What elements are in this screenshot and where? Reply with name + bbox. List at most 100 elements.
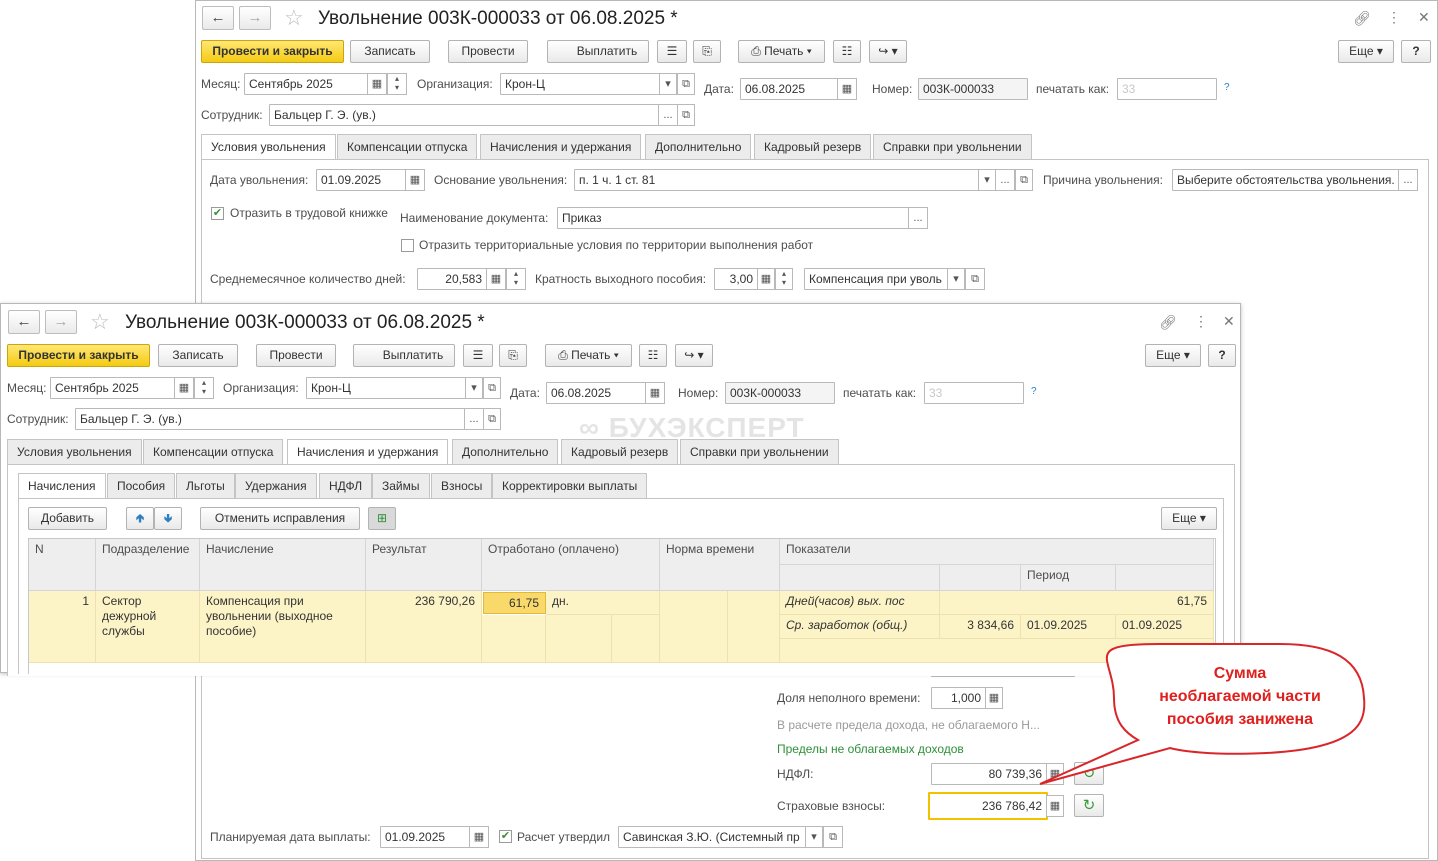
print-as-input[interactable]: 33 — [924, 382, 1024, 404]
col-header-n[interactable]: N — [29, 539, 96, 591]
link-icon[interactable]: 🔗︎ — [1353, 11, 1371, 25]
more-button[interactable]: Еще ▾ — [1145, 344, 1201, 367]
col-header-result[interactable]: Результат — [366, 539, 482, 591]
journal-icon[interactable]: ☰ — [657, 40, 687, 63]
subtab-accruals[interactable]: Начисления — [18, 473, 106, 499]
checkbox-checked-icon[interactable]: ✔ — [499, 830, 512, 843]
col-header-ind-value[interactable] — [940, 565, 1021, 591]
col-header-ind-name[interactable] — [780, 565, 940, 591]
add-button[interactable]: Добавить — [28, 507, 107, 530]
save-button[interactable]: Записать — [350, 40, 430, 63]
row-norm2[interactable] — [728, 591, 780, 663]
doc-name-input[interactable]: Приказ — [557, 207, 909, 229]
more-button[interactable]: Еще ▾ — [1338, 40, 1394, 63]
date-input[interactable]: 06.08.2025 — [546, 382, 646, 404]
row-department[interactable]: Сектор дежурной службы — [96, 591, 200, 663]
row-indicator2-period1[interactable]: 01.09.2025 — [1021, 615, 1116, 639]
date-input[interactable]: 06.08.2025 — [740, 78, 838, 100]
calculator-icon[interactable]: ▦ — [1046, 795, 1064, 817]
number-input[interactable]: 003К-000033 — [918, 78, 1028, 100]
reason-input[interactable]: Выберите обстоятельства увольнения. — [1172, 169, 1399, 191]
help-mark[interactable]: ? — [1224, 77, 1230, 99]
calendar-icon[interactable]: ▦ — [405, 169, 425, 191]
subtab-ndfl[interactable]: НДФЛ — [319, 473, 373, 498]
open-icon[interactable]: ⧉ — [677, 104, 695, 126]
calendar-icon[interactable]: ▦ — [367, 73, 387, 95]
month-spin-icon[interactable]: ▴ ▾ — [194, 377, 214, 399]
select-ellipsis-icon[interactable]: ... — [995, 169, 1015, 191]
close-icon[interactable]: ✕ — [1418, 10, 1430, 24]
col-header-accrual[interactable]: Начисление — [200, 539, 366, 591]
pay-button[interactable]: Выплатить — [547, 40, 649, 63]
spin-icon[interactable]: ▴ ▾ — [775, 268, 793, 290]
subtab-contributions[interactable]: Взносы — [431, 473, 493, 498]
multiplicity-input[interactable]: 3,00 — [714, 268, 758, 290]
tab-personnel-reserve[interactable]: Кадровый резерв — [754, 134, 872, 159]
select-ellipsis-icon[interactable]: ... — [658, 104, 678, 126]
chevron-down-icon[interactable]: ▾ — [978, 169, 996, 191]
tab-dismissal-conditions[interactable]: Условия увольнения — [201, 134, 336, 160]
calendar-icon[interactable]: ▦ — [837, 78, 857, 100]
row-accrual[interactable]: Компенсация при увольнении (выходное пос… — [200, 591, 366, 663]
subtab-payment-corrections[interactable]: Корректировки выплаты — [492, 473, 648, 498]
col-header-dept[interactable]: Подразделение — [96, 539, 200, 591]
employee-input[interactable]: Бальцер Г. Э. (ув.) — [75, 408, 465, 430]
close-icon[interactable]: ✕ — [1223, 314, 1235, 328]
journal-icon[interactable]: ☰ — [463, 344, 493, 367]
chevron-down-icon[interactable]: ▾ — [947, 268, 965, 290]
calendar-icon[interactable]: ▦ — [174, 377, 194, 399]
calendar-icon[interactable]: ▦ — [645, 382, 665, 404]
help-mark[interactable]: ? — [1031, 381, 1037, 403]
org-input[interactable]: Крон-Ц — [500, 73, 660, 95]
checkbox-unchecked-icon[interactable] — [401, 239, 414, 252]
tab-accruals-deductions[interactable]: Начисления и удержания — [480, 134, 642, 159]
row-worked[interactable]: 61,75 — [483, 592, 546, 614]
open-icon[interactable]: ⧉ — [823, 826, 843, 848]
col-header-period[interactable]: Период — [1021, 565, 1116, 591]
report-icon[interactable]: ☷ — [833, 40, 861, 63]
tab-dismissal-conditions[interactable]: Условия увольнения — [7, 439, 142, 464]
row-number[interactable]: 1 — [29, 591, 96, 663]
help-button[interactable]: ? — [1208, 344, 1236, 367]
month-spin-icon[interactable]: ▴ ▾ — [387, 73, 407, 95]
chevron-down-icon[interactable]: ▾ — [659, 73, 677, 95]
select-ellipsis-icon[interactable]: ... — [464, 408, 484, 430]
tab-additional[interactable]: Дополнительно — [452, 439, 559, 464]
row-indicator1-value[interactable]: 61,75 — [940, 591, 1214, 615]
row-norm[interactable] — [660, 591, 728, 663]
col-header-period2[interactable] — [1116, 565, 1214, 591]
employee-input[interactable]: Бальцер Г. Э. (ув.) — [269, 104, 659, 126]
tab-certificates[interactable]: Справки при увольнении — [680, 439, 839, 464]
month-input[interactable]: Сентябрь 2025 — [244, 73, 368, 95]
open-icon[interactable]: ⧉ — [677, 73, 695, 95]
subtab-deductions[interactable]: Удержания — [235, 473, 317, 498]
spin-icon[interactable]: ▴ ▾ — [506, 268, 526, 290]
print-button[interactable]: ⎙ Печать ▾ — [545, 344, 632, 367]
table-add-icon[interactable]: ⊞ — [368, 507, 396, 530]
checkbox-checked-icon[interactable]: ✔ — [211, 207, 224, 220]
row-result[interactable]: 236 790,26 — [366, 591, 482, 663]
attach-icon[interactable]: ⎘ — [693, 40, 721, 63]
refresh-icon[interactable]: ↻ — [1074, 794, 1104, 817]
tab-vacation-compensation[interactable]: Компенсации отпуска — [337, 134, 478, 159]
calculator-icon[interactable]: ▦ — [757, 268, 775, 290]
more-dots-icon[interactable]: ⋮ — [1194, 314, 1208, 328]
dismissal-date-input[interactable]: 01.09.2025 — [316, 169, 406, 191]
row-worked-unit[interactable]: дн. — [546, 591, 660, 615]
planned-date-input[interactable]: 01.09.2025 — [380, 826, 470, 848]
avg-days-input[interactable]: 20,583 — [417, 268, 487, 290]
tab-accruals-deductions[interactable]: Начисления и удержания — [287, 439, 449, 465]
basis-input[interactable]: п. 1 ч. 1 ст. 81 — [574, 169, 979, 191]
calculator-icon[interactable]: ▦ — [985, 687, 1003, 709]
attach-icon[interactable]: ⎘ — [499, 344, 527, 367]
tab-personnel-reserve[interactable]: Кадровый резерв — [561, 439, 679, 464]
col-header-indicators[interactable]: Показатели — [780, 539, 1214, 565]
create-based-icon[interactable]: ↪ ▾ — [675, 344, 713, 367]
save-button[interactable]: Записать — [158, 344, 238, 367]
insurance-input[interactable]: 236 786,42 — [928, 792, 1048, 820]
select-ellipsis-icon[interactable]: ... — [908, 207, 928, 229]
more-dots-icon[interactable]: ⋮ — [1387, 10, 1401, 24]
calculator-icon[interactable]: ▦ — [486, 268, 506, 290]
grid-more-button[interactable]: Еще ▾ — [1161, 507, 1217, 530]
row-indicator2-name[interactable]: Ср. заработок (общ.) — [780, 615, 940, 639]
